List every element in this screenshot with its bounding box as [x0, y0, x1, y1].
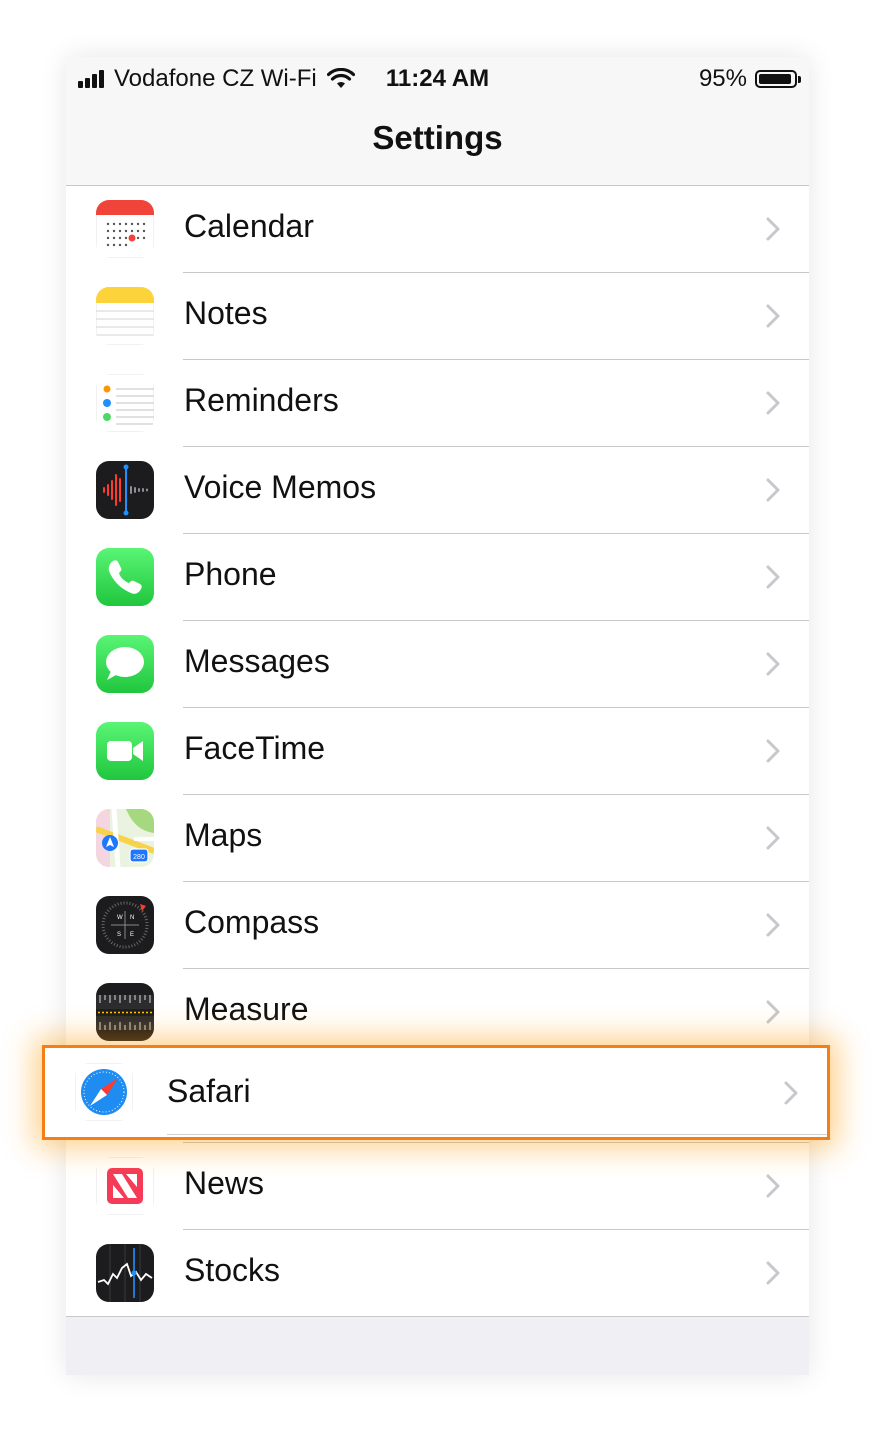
- row-label: Voice Memos: [184, 469, 377, 505]
- row-label: Stocks: [184, 1252, 281, 1288]
- facetime-app-icon: [96, 722, 154, 780]
- status-time: 11:24 AM: [385, 65, 490, 92]
- calendar-app-icon: [96, 200, 154, 258]
- chevron-right-icon: [766, 1261, 780, 1285]
- safari-app-icon: [75, 1063, 133, 1121]
- reminders-app-icon: [96, 374, 154, 432]
- maps-app-icon: 280: [96, 809, 154, 867]
- phone-screen: Vodafone CZ Wi-Fi 11:24 AM 95% Settings: [66, 57, 809, 1375]
- row-label: News: [184, 1165, 265, 1201]
- settings-list: Calendar Notes Reminders Voice Memos Pho…: [66, 186, 809, 1317]
- svg-text:W: W: [117, 915, 123, 921]
- settings-row-voice-memos[interactable]: Voice Memos: [66, 447, 809, 534]
- settings-row-reminders[interactable]: Reminders: [66, 360, 809, 447]
- row-label: FaceTime: [184, 730, 326, 766]
- svg-text:S: S: [117, 932, 121, 938]
- settings-row-facetime[interactable]: FaceTime: [66, 708, 809, 795]
- settings-row-phone[interactable]: Phone: [66, 534, 809, 621]
- row-label: Safari: [167, 1073, 251, 1109]
- battery-icon: [755, 70, 801, 88]
- chevron-right-icon: [766, 739, 780, 763]
- chevron-right-icon: [766, 391, 780, 415]
- chevron-right-icon: [766, 565, 780, 589]
- chevron-right-icon: [766, 652, 780, 676]
- chevron-right-icon: [766, 304, 780, 328]
- chevron-right-icon: [766, 478, 780, 502]
- compass-app-icon: W N S E: [96, 896, 154, 954]
- chevron-right-icon: [766, 826, 780, 850]
- row-label: Calendar: [184, 208, 314, 244]
- navigation-bar: Settings: [66, 101, 809, 186]
- chevron-right-icon: [766, 913, 780, 937]
- settings-row-calendar[interactable]: Calendar: [66, 186, 809, 273]
- settings-row-maps[interactable]: 280 Maps: [66, 795, 809, 882]
- settings-row-news[interactable]: News: [66, 1143, 809, 1230]
- row-label: Phone: [184, 556, 277, 592]
- svg-text:280: 280: [133, 854, 145, 861]
- row-label: Compass: [184, 904, 320, 940]
- row-label: Reminders: [184, 382, 339, 418]
- settings-row-measure[interactable]: Measure: [66, 969, 809, 1056]
- row-label: Maps: [184, 817, 263, 853]
- news-app-icon: [96, 1157, 154, 1215]
- row-label: Measure: [184, 991, 309, 1027]
- chevron-right-icon: [766, 1174, 780, 1198]
- chevron-right-icon: [766, 217, 780, 241]
- notes-app-icon: [96, 287, 154, 345]
- settings-row-notes[interactable]: Notes: [66, 273, 809, 360]
- settings-row-safari[interactable]: Safari: [42, 1045, 830, 1140]
- battery-percent: 95%: [698, 65, 747, 92]
- chevron-right-icon: [784, 1081, 798, 1105]
- messages-app-icon: [96, 635, 154, 693]
- phone-app-icon: [96, 548, 154, 606]
- status-bar: Vodafone CZ Wi-Fi 11:24 AM 95%: [66, 57, 809, 101]
- row-label: Messages: [184, 643, 330, 679]
- status-right: 95%: [698, 65, 801, 93]
- settings-row-compass[interactable]: W N S E Compass: [66, 882, 809, 969]
- settings-row-messages[interactable]: Messages: [66, 621, 809, 708]
- voice-memos-app-icon: [96, 461, 154, 519]
- chevron-right-icon: [766, 1000, 780, 1024]
- page-title: Settings: [372, 119, 503, 156]
- stocks-app-icon: [96, 1244, 154, 1302]
- svg-text:N: N: [130, 915, 134, 921]
- svg-text:E: E: [130, 932, 134, 938]
- row-label: Notes: [184, 295, 268, 331]
- settings-row-stocks[interactable]: Stocks: [66, 1230, 809, 1317]
- measure-app-icon: [96, 983, 154, 1041]
